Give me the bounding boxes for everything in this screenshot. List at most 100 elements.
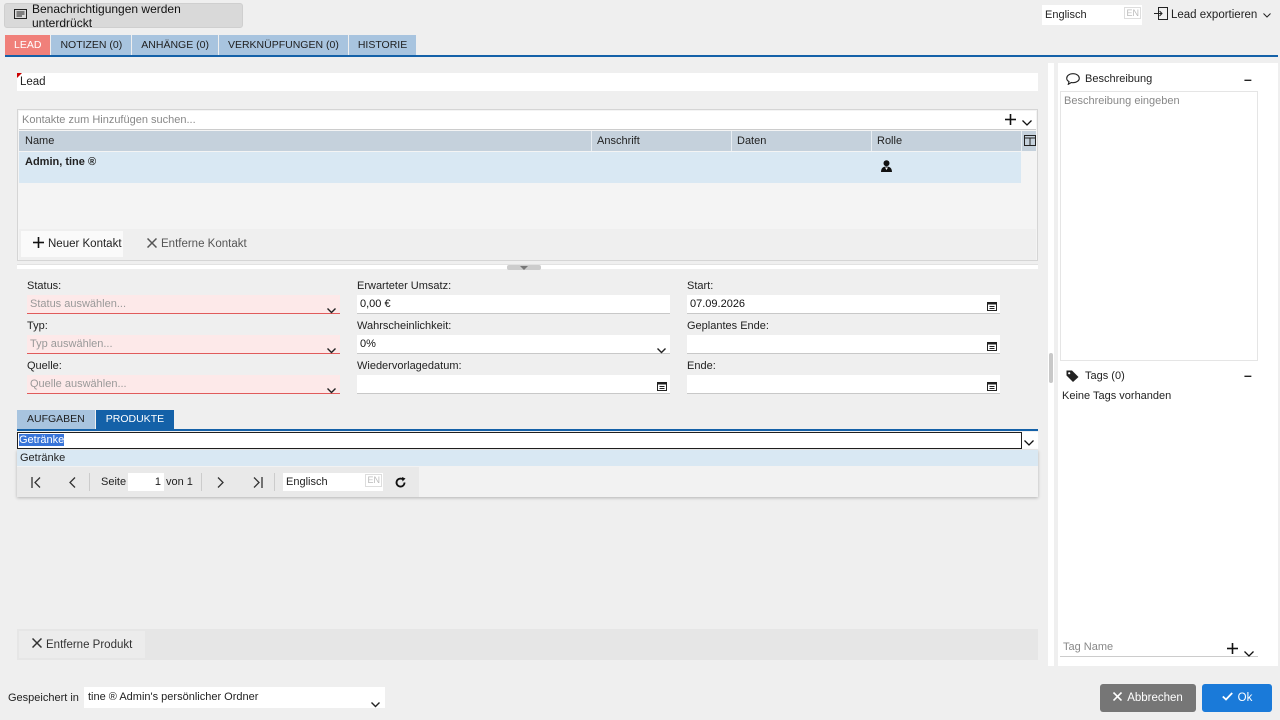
cancel-button[interactable]: Abbrechen: [1100, 684, 1196, 712]
language-badge: EN: [1124, 7, 1141, 19]
list-item[interactable]: Getränke: [17, 450, 1038, 466]
check-icon: [1221, 692, 1233, 704]
product-search-input[interactable]: Getränke: [17, 432, 1038, 449]
remove-product-button[interactable]: Entferne Produkt: [19, 631, 145, 658]
calendar-icon[interactable]: [987, 379, 997, 398]
column-address[interactable]: Anschrift: [597, 135, 640, 147]
chevron-down-icon[interactable]: [1244, 644, 1254, 664]
pager-language-select[interactable]: Englisch EN: [283, 473, 383, 491]
remove-contact-label: Entferne Kontakt: [161, 238, 247, 250]
export-lead-button[interactable]: Lead exportieren: [1150, 5, 1275, 25]
collapse-icon[interactable]: –: [1244, 71, 1252, 87]
quelle-select[interactable]: Quelle auswählen...: [27, 375, 340, 394]
chevron-down-icon: [657, 342, 666, 361]
pager-language-badge: EN: [365, 474, 382, 487]
ende-label: Ende:: [687, 360, 716, 372]
notifications-suppressed-button[interactable]: Benachrichtigungen werden unterdrückt: [4, 1, 243, 30]
contact-search-input[interactable]: Kontakte zum Hinzufügen suchen...: [19, 111, 1036, 130]
tag-name-input[interactable]: Tag Name: [1060, 637, 1258, 657]
wahrscheinlichkeit-label: Wahrscheinlichkeit:: [357, 320, 452, 332]
wiedervorlage-date-input[interactable]: [357, 375, 670, 394]
tab-attachments[interactable]: ANHÄNGE (0): [132, 35, 218, 55]
page-count-label: von 1: [166, 476, 193, 488]
saved-in-select[interactable]: tine ® Admin's persönlicher Ordner: [84, 687, 385, 708]
calendar-icon[interactable]: [987, 299, 997, 318]
page-number-input[interactable]: 1: [128, 473, 164, 491]
tab-relations[interactable]: VERKNÜPFUNGEN (0): [218, 35, 348, 55]
plus-icon[interactable]: [1005, 114, 1016, 128]
chevron-down-icon[interactable]: [1024, 437, 1034, 449]
vertical-splitter[interactable]: [1048, 63, 1054, 666]
description-title: Beschreibung: [1085, 73, 1153, 85]
export-label: Lead exportieren: [1171, 9, 1258, 21]
new-contact-label: Neuer Kontakt: [48, 238, 122, 250]
column-chooser-icon[interactable]: [1024, 135, 1036, 149]
umsatz-input[interactable]: 0,00 €: [357, 295, 670, 314]
first-page-icon[interactable]: [31, 477, 43, 491]
typ-placeholder: Typ auswählen...: [30, 338, 113, 350]
table-row[interactable]: Admin, tine ®: [19, 152, 1021, 183]
required-marker: [17, 73, 22, 78]
ende-date-input[interactable]: [687, 375, 1000, 394]
description-textarea[interactable]: Beschreibung eingeben: [1060, 91, 1258, 361]
saved-in-label: Gespeichert in: [8, 692, 79, 704]
start-date-input[interactable]: 07.09.2026: [687, 295, 1000, 314]
new-contact-button[interactable]: Neuer Kontakt: [21, 231, 123, 257]
product-search-value: Getränke: [19, 434, 65, 446]
notifications-label: Benachrichtigungen werden unterdrückt: [32, 1, 181, 30]
status-label: Status:: [27, 280, 62, 292]
refresh-icon[interactable]: [395, 477, 406, 491]
chevron-down-icon: [371, 695, 380, 716]
tab-notes[interactable]: NOTIZEN (0): [51, 35, 132, 55]
close-icon: [31, 637, 43, 651]
contacts-toolbar: Neuer Kontakt Entferne Kontakt: [19, 229, 1036, 260]
splitter-handle[interactable]: [17, 264, 1038, 270]
pager-language-value: Englisch: [286, 476, 328, 488]
language-select[interactable]: Englisch EN: [1042, 5, 1142, 25]
chevron-down-icon: [1263, 9, 1272, 21]
next-page-icon[interactable]: [217, 477, 224, 491]
user-role-icon: [881, 160, 892, 175]
quelle-placeholder: Quelle auswählen...: [30, 378, 127, 390]
ok-label: Ok: [1237, 692, 1253, 704]
plus-icon[interactable]: [1227, 641, 1238, 661]
wahrscheinlichkeit-value: 0%: [360, 338, 376, 350]
chevron-down-icon[interactable]: [1022, 117, 1032, 129]
calendar-icon[interactable]: [987, 339, 997, 358]
status-select[interactable]: Status auswählen...: [27, 295, 340, 314]
quelle-label: Quelle:: [27, 360, 62, 372]
saved-in-value: tine ® Admin's persönlicher Ordner: [88, 691, 259, 703]
tab-products[interactable]: PRODUKTE: [95, 410, 175, 429]
tags-empty-text: Keine Tags vorhanden: [1062, 390, 1172, 402]
close-icon: [146, 237, 158, 251]
status-placeholder: Status auswählen...: [30, 298, 127, 310]
prev-page-icon[interactable]: [69, 477, 76, 491]
tab-tasks[interactable]: AUFGABEN: [17, 410, 95, 429]
main-tabbar: LEAD NOTIZEN (0) ANHÄNGE (0) VERKNÜPFUNGEN …: [5, 35, 1278, 57]
notification-icon: [14, 8, 27, 23]
cancel-label: Abbrechen: [1127, 692, 1183, 704]
lead-title-value: Lead: [20, 76, 46, 88]
column-role[interactable]: Rolle: [877, 135, 902, 147]
tab-history[interactable]: HISTORIE: [348, 35, 417, 55]
collapse-icon[interactable]: –: [1244, 367, 1252, 383]
calendar-icon[interactable]: [657, 379, 667, 398]
close-icon: [1113, 691, 1123, 704]
tab-lead[interactable]: LEAD: [5, 35, 51, 55]
chevron-down-icon: [327, 382, 336, 401]
wahrscheinlichkeit-select[interactable]: 0%: [357, 335, 670, 354]
lead-form: Status: Status auswählen... Typ: Typ aus…: [17, 270, 1038, 400]
wiedervorlage-label: Wiedervorlagedatum:: [357, 360, 462, 372]
contact-search-placeholder: Kontakte zum Hinzufügen suchen...: [22, 114, 196, 126]
column-name[interactable]: Name: [25, 135, 54, 147]
tags-header: Tags (0) –: [1060, 367, 1258, 385]
sub-tabbar: AUFGABEN PRODUKTE: [17, 410, 1038, 431]
geplantes-ende-date-input[interactable]: [687, 335, 1000, 354]
ok-button[interactable]: Ok: [1202, 684, 1272, 712]
last-page-icon[interactable]: [251, 477, 263, 491]
column-data[interactable]: Daten: [737, 135, 766, 147]
typ-select[interactable]: Typ auswählen...: [27, 335, 340, 354]
chevron-down-icon: [327, 302, 336, 321]
remove-contact-button[interactable]: Entferne Kontakt: [137, 231, 259, 257]
lead-title-field[interactable]: Lead: [17, 73, 1038, 91]
